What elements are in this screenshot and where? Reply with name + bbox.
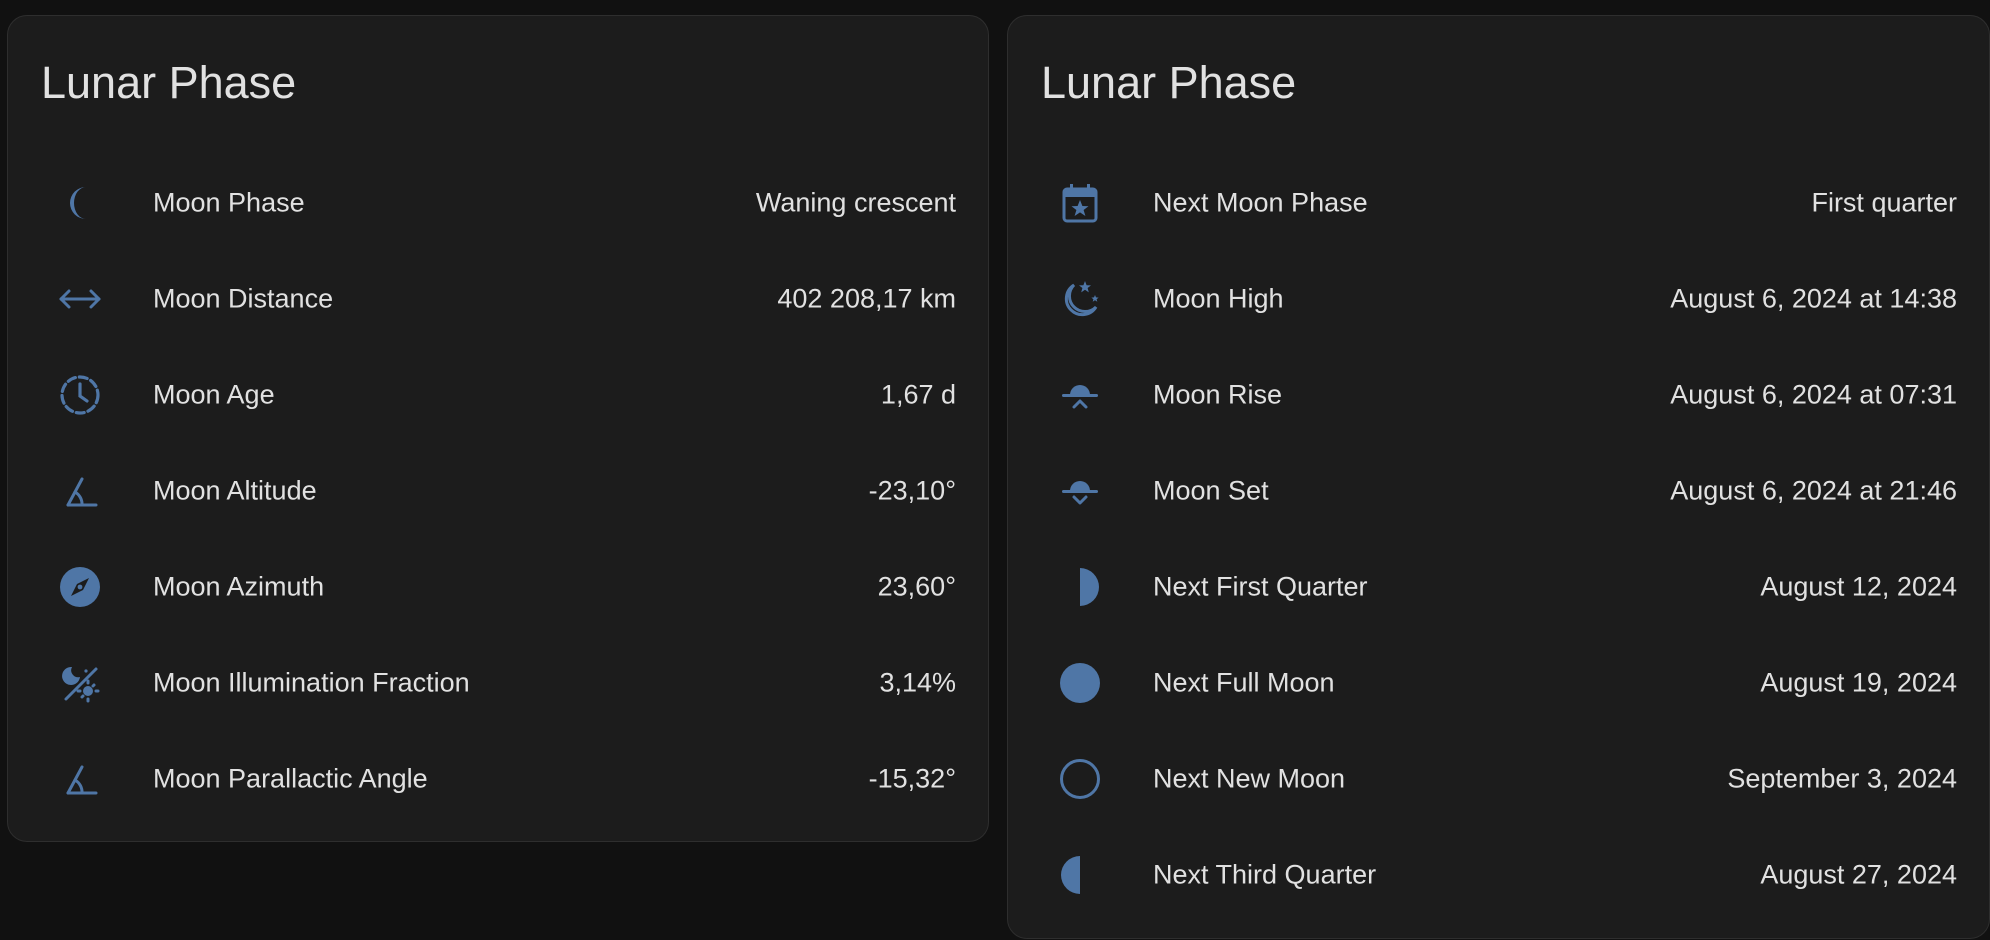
entity-label: Next Moon Phase	[1153, 187, 1368, 218]
weather-night-icon	[1058, 277, 1102, 321]
entity-value: 402 208,17 km	[777, 283, 956, 314]
entity-label: Moon Azimuth	[153, 571, 325, 602]
entity-row-next-third-quarter[interactable]: Next Third Quarter August 27, 2024	[1008, 827, 1989, 923]
entity-value: August 6, 2024 at 14:38	[1670, 283, 1957, 314]
entity-value: August 6, 2024 at 21:46	[1670, 475, 1957, 506]
angle-icon	[58, 469, 102, 513]
entity-value: August 19, 2024	[1760, 667, 1957, 698]
entity-label: Moon Distance	[153, 283, 334, 314]
moon-new-icon	[1058, 757, 1102, 801]
entity-row-next-new-moon[interactable]: Next New Moon September 3, 2024	[1008, 731, 1989, 827]
lunar-phase-card-left: Lunar Phase Moon Phase Waning crescent M…	[7, 15, 989, 842]
entity-label: Moon Parallactic Angle	[153, 763, 428, 794]
entity-row-next-moon-phase[interactable]: Next Moon Phase First quarter	[1008, 155, 1989, 251]
arrow-left-right-icon	[58, 277, 102, 321]
entity-row-moon-high[interactable]: Moon High August 6, 2024 at 14:38	[1008, 251, 1989, 347]
entity-label: Next New Moon	[1153, 763, 1346, 794]
weather-night-partly-cloudy-icon	[58, 661, 102, 705]
moonrise-icon	[1058, 373, 1102, 417]
lunar-phase-card-right: Lunar Phase Next Moon Phase First quarte…	[1007, 15, 1990, 939]
entity-row-moon-phase[interactable]: Moon Phase Waning crescent	[8, 155, 988, 251]
moon-first-quarter-icon	[1058, 565, 1102, 609]
entity-label: Next Full Moon	[1153, 667, 1335, 698]
card-title: Lunar Phase	[41, 57, 297, 108]
entity-row-moon-set[interactable]: Moon Set August 6, 2024 at 21:46	[1008, 443, 1989, 539]
entity-label: Moon High	[1153, 283, 1284, 314]
entity-row-moon-age[interactable]: Moon Age 1,67 d	[8, 347, 988, 443]
entity-label: Next First Quarter	[1153, 571, 1368, 602]
angle-icon	[58, 757, 102, 801]
entity-row-moon-rise[interactable]: Moon Rise August 6, 2024 at 07:31	[1008, 347, 1989, 443]
entity-label: Moon Rise	[1153, 379, 1283, 410]
moonset-icon	[1058, 469, 1102, 513]
clock-outline-icon	[58, 373, 102, 417]
entity-value: 3,14%	[879, 667, 956, 698]
entity-value: September 3, 2024	[1727, 763, 1957, 794]
entity-row-moon-distance[interactable]: Moon Distance 402 208,17 km	[8, 251, 988, 347]
entity-value: -15,32°	[868, 763, 956, 794]
calendar-star-icon	[1058, 181, 1102, 225]
card-title: Lunar Phase	[1041, 57, 1297, 108]
entity-label: Next Third Quarter	[1153, 859, 1377, 890]
entity-label: Moon Phase	[153, 187, 305, 218]
entity-row-next-full-moon[interactable]: Next Full Moon August 19, 2024	[1008, 635, 1989, 731]
entity-label: Moon Set	[1153, 475, 1269, 506]
entity-value: August 27, 2024	[1760, 859, 1957, 890]
entity-row-moon-altitude[interactable]: Moon Altitude -23,10°	[8, 443, 988, 539]
entity-label: Moon Age	[153, 379, 275, 410]
moon-full-icon	[1058, 661, 1102, 705]
entity-row-moon-azimuth[interactable]: Moon Azimuth 23,60°	[8, 539, 988, 635]
entity-row-moon-parallactic-angle[interactable]: Moon Parallactic Angle -15,32°	[8, 731, 988, 827]
moon-last-quarter-icon	[1058, 853, 1102, 897]
entity-label: Moon Illumination Fraction	[153, 667, 470, 698]
entity-value: August 6, 2024 at 07:31	[1670, 379, 1957, 410]
entity-value: First quarter	[1811, 187, 1957, 218]
entity-value: August 12, 2024	[1760, 571, 1957, 602]
entity-value: Waning crescent	[755, 187, 956, 218]
moon-crescent-icon	[58, 181, 102, 225]
entity-value: -23,10°	[868, 475, 956, 506]
compass-icon	[58, 565, 102, 609]
entity-row-moon-illumination[interactable]: Moon Illumination Fraction 3,14%	[8, 635, 988, 731]
entity-value: 1,67 d	[880, 379, 956, 410]
entity-row-next-first-quarter[interactable]: Next First Quarter August 12, 2024	[1008, 539, 1989, 635]
entity-value: 23,60°	[877, 571, 956, 602]
entity-label: Moon Altitude	[153, 475, 317, 506]
